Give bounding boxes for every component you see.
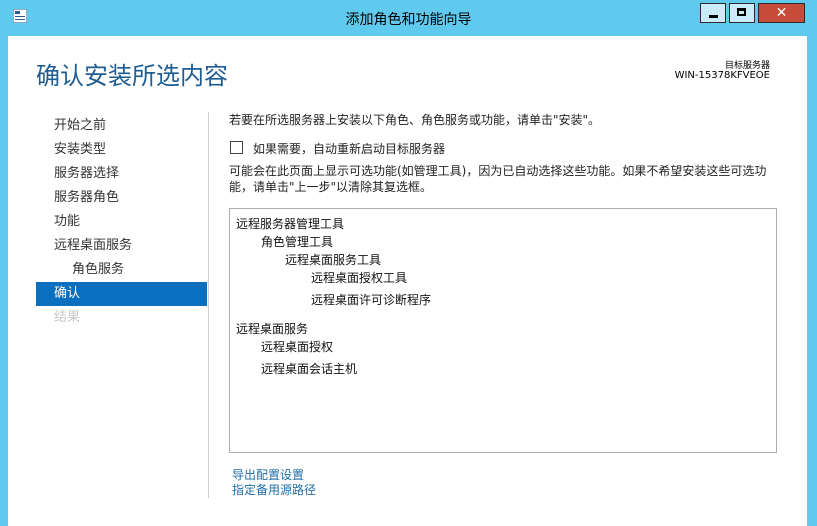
tree-item: 远程桌面服务工具 bbox=[285, 253, 382, 267]
tree-item: 远程桌面许可诊断程序 bbox=[311, 293, 432, 307]
nav-item-role-services[interactable]: 角色服务 bbox=[36, 258, 207, 282]
optional-features-note: 可能会在此页面上显示可选功能(如管理工具)，因为已自动选择这些功能。如果不希望安… bbox=[229, 164, 767, 194]
nav-item-remote-desktop-services[interactable]: 远程桌面服务 bbox=[36, 234, 207, 258]
nav-divider bbox=[208, 112, 209, 498]
page-title: 确认安装所选内容 bbox=[36, 62, 228, 90]
tree-item: 角色管理工具 bbox=[261, 235, 334, 249]
nav-item-features[interactable]: 功能 bbox=[36, 210, 207, 234]
nav-item-server-selection[interactable]: 服务器选择 bbox=[36, 162, 207, 186]
minimize-icon bbox=[709, 15, 718, 18]
maximize-icon bbox=[737, 8, 746, 16]
tree-item: 远程服务器管理工具 bbox=[236, 217, 345, 231]
tree-item: 远程桌面服务 bbox=[236, 322, 309, 336]
destination-server-name: WIN-15378KFVEOE bbox=[674, 70, 770, 81]
export-configuration-link[interactable]: 导出配置设置 bbox=[232, 468, 316, 483]
window-titlebar[interactable]: 添加角色和功能向导 ✕ bbox=[0, 0, 817, 36]
nav-item-server-roles[interactable]: 服务器角色 bbox=[36, 186, 207, 210]
restart-checkbox[interactable] bbox=[230, 141, 243, 154]
window-title: 添加角色和功能向导 bbox=[345, 12, 472, 28]
wizard-content: 确认安装所选内容 目标服务器 WIN-15378KFVEOE 开始之前 安装类型… bbox=[8, 36, 807, 526]
tree-item: 远程桌面会话主机 bbox=[261, 362, 358, 376]
tree-item: 远程桌面授权工具 bbox=[311, 271, 408, 285]
restart-checkbox-label[interactable]: 如果需要，自动重新启动目标服务器 bbox=[253, 140, 445, 157]
selection-list[interactable]: 远程服务器管理工具 角色管理工具 远程桌面服务工具 远程桌面授权工具 远程桌面许… bbox=[229, 208, 777, 453]
wizard-nav: 开始之前 安装类型 服务器选择 服务器角色 功能 远程桌面服务 角色服务 确认 … bbox=[36, 114, 207, 330]
nav-item-installation-type[interactable]: 安装类型 bbox=[36, 138, 207, 162]
tree-item: 远程桌面授权 bbox=[261, 340, 334, 354]
alternate-source-path-link[interactable]: 指定备用源路径 bbox=[232, 483, 316, 498]
intro-text: 若要在所选服务器上安装以下角色、角色服务或功能，请单击"安装"。 bbox=[229, 113, 601, 127]
nav-item-results: 结果 bbox=[54, 310, 81, 325]
maximize-button[interactable] bbox=[729, 3, 755, 23]
close-icon: ✕ bbox=[775, 5, 788, 21]
minimize-button[interactable] bbox=[700, 3, 726, 23]
nav-item-confirmation[interactable]: 确认 bbox=[36, 282, 207, 306]
nav-item-before-you-begin[interactable]: 开始之前 bbox=[36, 114, 207, 138]
footer-links: 导出配置设置 指定备用源路径 bbox=[232, 468, 316, 498]
close-button[interactable]: ✕ bbox=[758, 3, 805, 23]
